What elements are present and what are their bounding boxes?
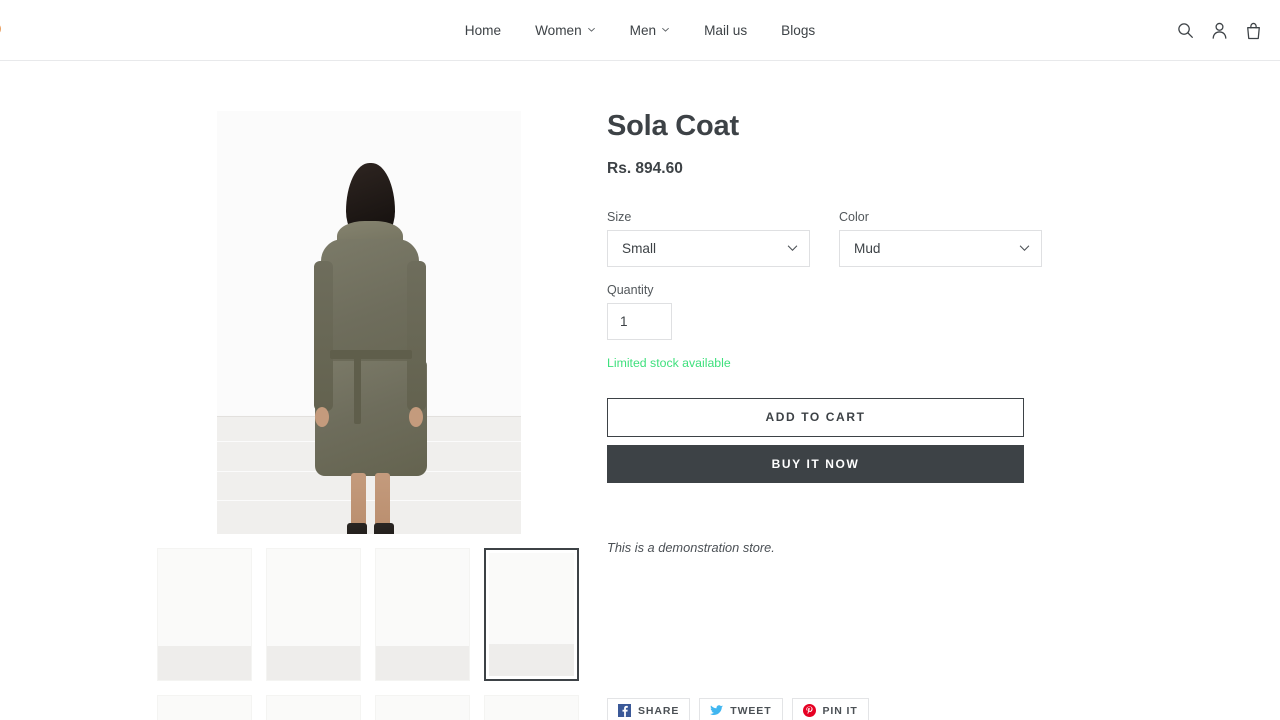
site-header: O Home Women Men Mail us Blogs [0, 0, 1280, 61]
social-share-row: SHARE TWEET PIN IT [607, 698, 869, 720]
nav-label: Mail us [704, 22, 748, 38]
cart-icon[interactable] [1236, 14, 1270, 48]
product-main-image[interactable] [217, 111, 521, 534]
variant-color: Color Mud [839, 210, 1042, 267]
nav-item-women[interactable]: Women [518, 24, 613, 38]
product-price: Rs. 894.60 [607, 159, 683, 177]
variant-size: Size Small [607, 210, 810, 267]
nav-label: Home [464, 22, 502, 38]
thumbnail-item[interactable] [266, 695, 361, 720]
main-navigation: Home Women Men Mail us Blogs [0, 0, 1280, 61]
quantity-label: Quantity [607, 282, 654, 297]
facebook-icon [618, 704, 631, 717]
thumbnail-item[interactable] [375, 548, 470, 681]
size-selected-value: Small [622, 240, 656, 256]
twitter-icon [710, 704, 724, 717]
buy-it-now-button[interactable]: BUY IT NOW [607, 444, 1024, 483]
chevron-down-icon [587, 25, 596, 34]
nav-label: Men [629, 22, 657, 38]
nav-item-mail-us[interactable]: Mail us [687, 24, 764, 38]
header-icon-group [1168, 0, 1270, 61]
color-label: Color [839, 209, 869, 224]
share-label: PIN IT [822, 704, 858, 717]
share-twitter-button[interactable]: TWEET [699, 698, 783, 720]
color-select[interactable]: Mud [839, 229, 1042, 267]
share-pinterest-button[interactable]: PIN IT [791, 698, 869, 720]
chevron-down-icon [661, 25, 670, 34]
color-selected-value: Mud [854, 240, 881, 256]
thumbnail-item[interactable] [484, 695, 579, 720]
size-select[interactable]: Small [607, 229, 810, 267]
product-thumbnail-grid [157, 548, 579, 720]
page-title: Sola Coat [607, 110, 739, 142]
share-label: TWEET [730, 704, 772, 717]
share-facebook-button[interactable]: SHARE [607, 698, 691, 720]
thumbnail-item[interactable] [157, 548, 252, 681]
thumbnail-item[interactable] [157, 695, 252, 720]
search-icon[interactable] [1168, 14, 1202, 48]
product-media-column [157, 111, 579, 720]
share-label: SHARE [638, 704, 680, 717]
product-info-column: Sola Coat Rs. 894.60 Size Small Color Mu… [607, 110, 1042, 555]
nav-label: Women [535, 22, 582, 38]
quantity-input[interactable] [607, 302, 672, 340]
product-photo [217, 111, 521, 534]
stock-status-text: Limited stock available [607, 355, 731, 370]
add-to-cart-button[interactable]: ADD TO CART [607, 397, 1024, 437]
nav-label: Blogs [781, 22, 816, 38]
account-icon[interactable] [1202, 14, 1236, 48]
thumbnail-item[interactable] [266, 548, 361, 681]
product-page: Sola Coat Rs. 894.60 Size Small Color Mu… [0, 61, 1280, 720]
quantity-block: Quantity [607, 283, 1027, 340]
nav-item-men[interactable]: Men [613, 24, 687, 38]
demo-store-note: This is a demonstration store. [607, 539, 775, 555]
nav-item-blogs[interactable]: Blogs [764, 24, 832, 38]
pinterest-icon [802, 704, 816, 717]
size-label: Size [607, 209, 632, 224]
thumbnail-item-selected[interactable] [484, 548, 579, 681]
variant-selectors: Size Small Color Mud [607, 210, 1042, 267]
thumbnail-item[interactable] [375, 695, 470, 720]
nav-item-home[interactable]: Home [448, 24, 518, 38]
purchase-actions: ADD TO CART BUY IT NOW [607, 397, 1027, 483]
